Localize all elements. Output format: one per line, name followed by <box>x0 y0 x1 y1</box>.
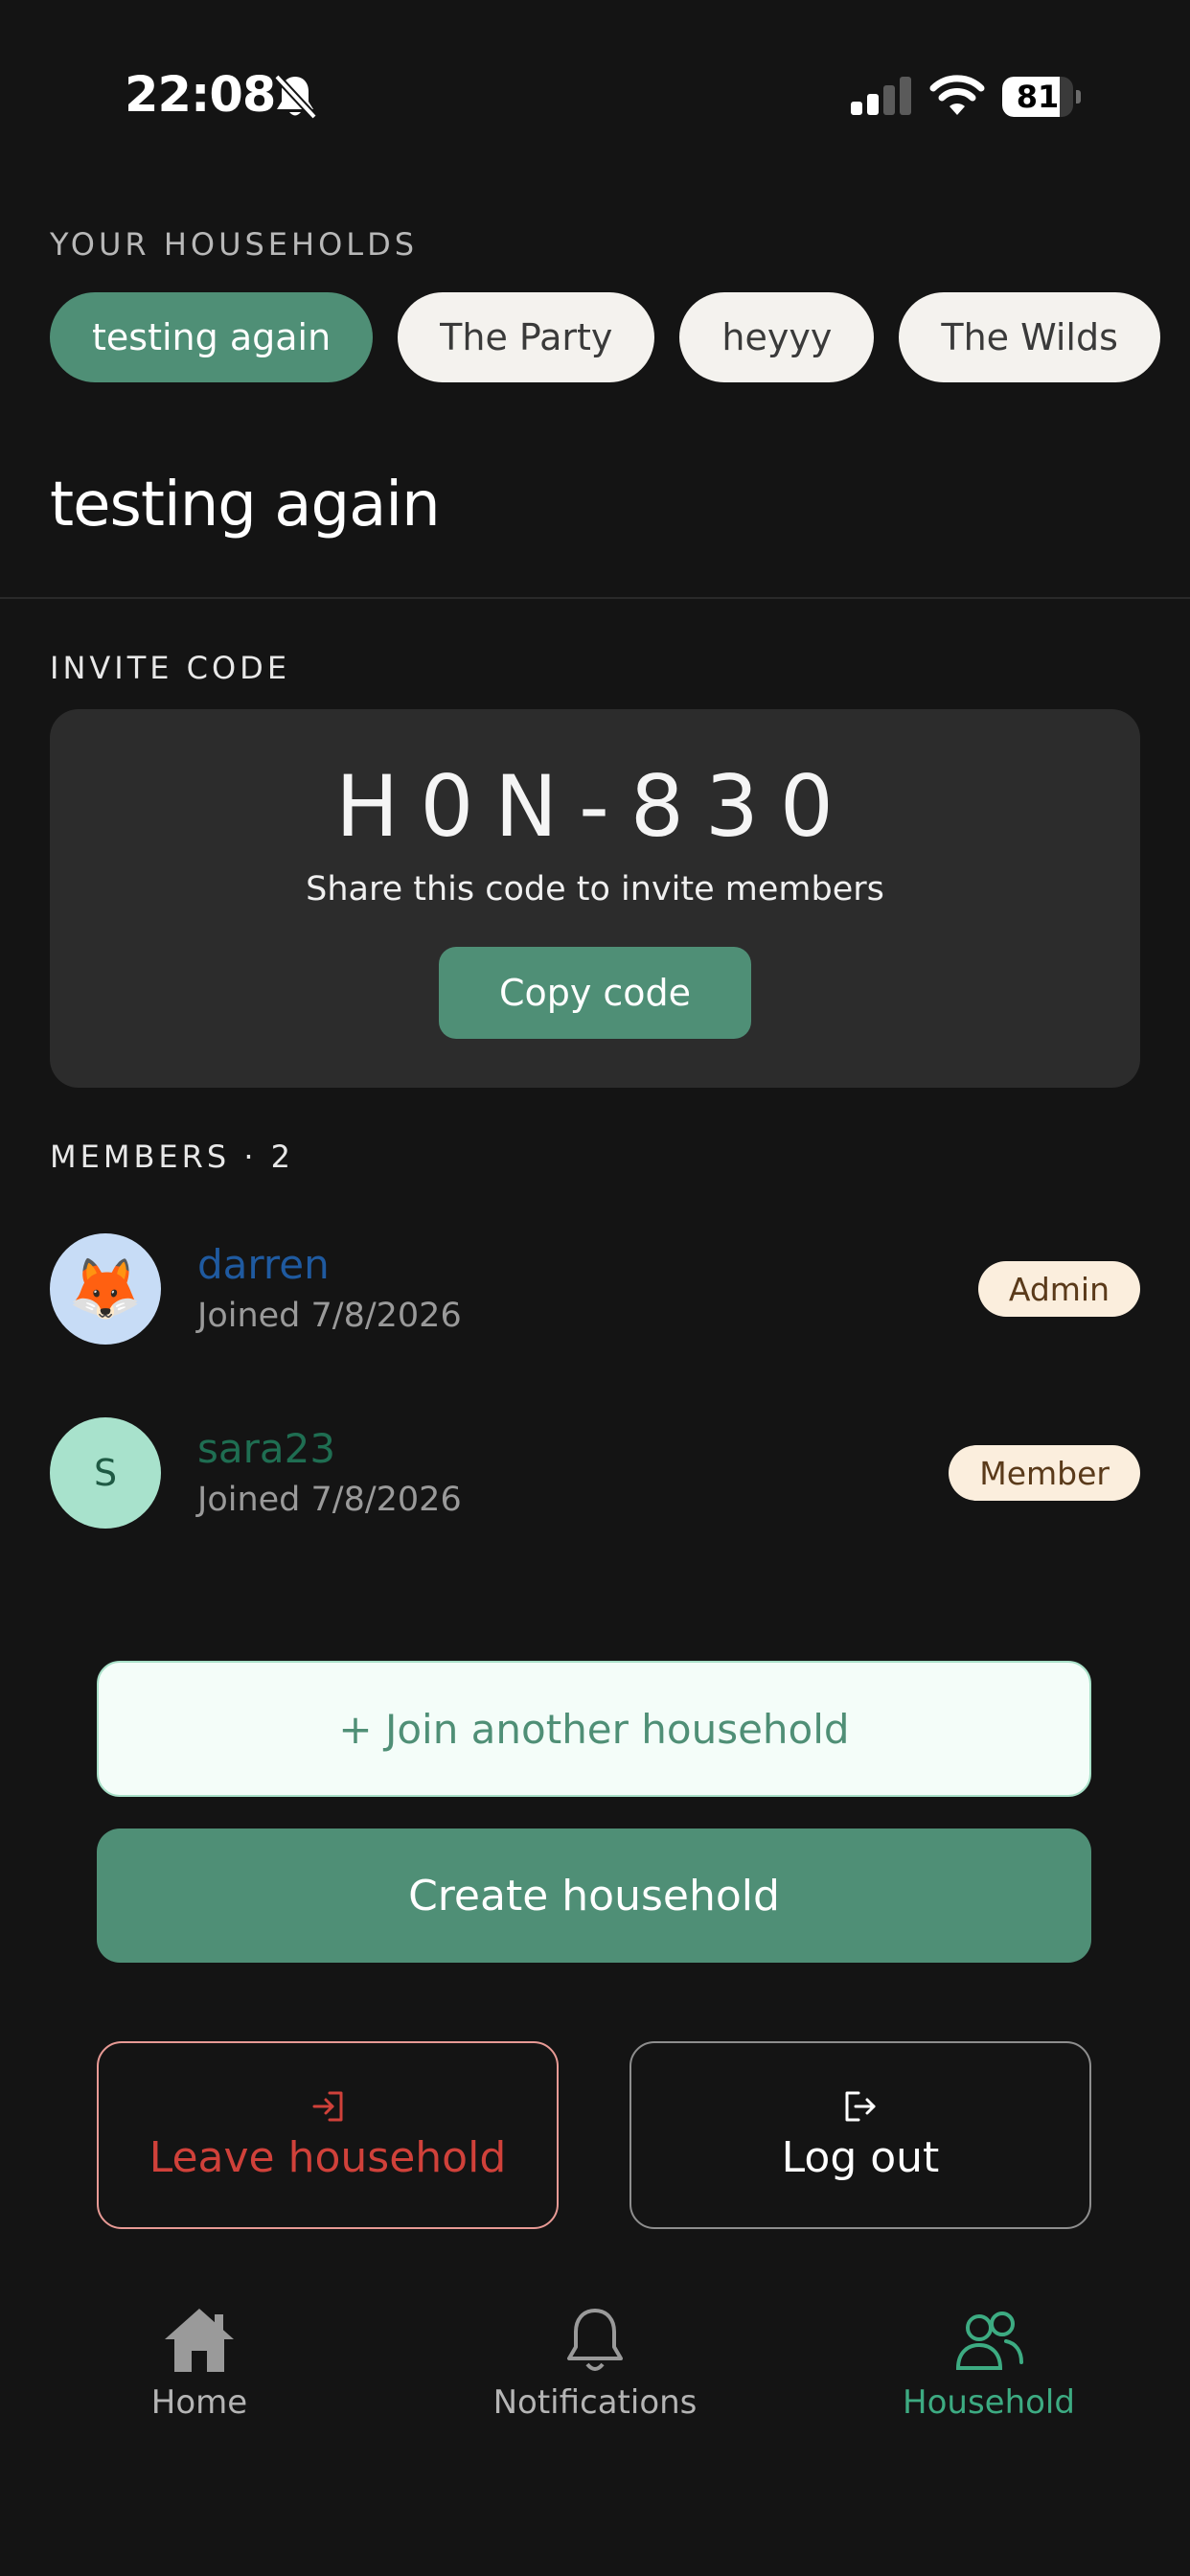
member-joined: Joined 7/8/2026 <box>197 1297 462 1335</box>
household-chip[interactable]: testing again <box>50 292 374 382</box>
avatar: 🦊 <box>50 1233 161 1345</box>
member-row[interactable]: S sara23 Joined 7/8/2026 Member <box>50 1417 1140 1529</box>
status-time: 22:08 <box>125 67 276 124</box>
join-household-button[interactable]: + Join another household <box>97 1661 1091 1797</box>
bell-off-icon <box>274 74 317 120</box>
leave-household-button[interactable]: Leave household <box>97 2041 559 2229</box>
household-chip[interactable]: The Wilds <box>899 292 1160 382</box>
household-chips: testing again The Party heyyy The Wilds <box>50 292 1160 382</box>
leave-household-label: Leave household <box>149 2133 507 2182</box>
create-household-button[interactable]: Create household <box>97 1828 1091 1963</box>
users-icon <box>955 2312 1023 2370</box>
logout-label: Log out <box>781 2133 940 2182</box>
page-title: testing again <box>50 470 441 540</box>
invite-subtitle: Share this code to invite members <box>306 870 884 908</box>
avatar: S <box>50 1417 161 1529</box>
member-name: darren <box>197 1241 330 1288</box>
household-chip[interactable]: heyyy <box>679 292 875 382</box>
members-section-label: MEMBERS · 2 <box>50 1138 295 1175</box>
logout-button[interactable]: Log out <box>629 2041 1091 2229</box>
cellular-signal-icon <box>851 77 911 115</box>
member-name: sara23 <box>197 1425 336 1472</box>
home-icon <box>165 2309 234 2372</box>
role-badge: Admin <box>977 1261 1140 1317</box>
wifi-icon <box>929 75 985 115</box>
invite-card: H0N-830 Share this code to invite member… <box>50 709 1140 1088</box>
copy-code-button[interactable]: Copy code <box>439 947 751 1039</box>
household-chip[interactable]: The Party <box>398 292 655 382</box>
battery-percent: 81 <box>1016 79 1060 115</box>
nav-household-label: Household <box>903 2383 1075 2422</box>
nav-home-label: Home <box>150 2383 248 2422</box>
nav-household[interactable]: Household <box>845 2305 1133 2422</box>
invite-section-label: INVITE CODE <box>50 650 291 686</box>
logout-icon <box>845 2091 876 2122</box>
invite-code: H0N-830 <box>335 757 855 856</box>
nav-notifications[interactable]: Notifications <box>451 2305 739 2422</box>
bell-icon <box>567 2309 623 2371</box>
member-row[interactable]: 🦊 darren Joined 7/8/2026 Admin <box>50 1233 1140 1345</box>
member-joined: Joined 7/8/2026 <box>197 1481 462 1519</box>
divider <box>0 597 1190 599</box>
households-section-label: YOUR HOUSEHOLDS <box>50 226 419 263</box>
battery-indicator: 81 <box>1002 77 1081 117</box>
role-badge: Member <box>949 1445 1140 1501</box>
enter-icon <box>312 2091 343 2122</box>
nav-home[interactable]: Home <box>56 2305 343 2422</box>
nav-notifications-label: Notifications <box>492 2383 698 2422</box>
